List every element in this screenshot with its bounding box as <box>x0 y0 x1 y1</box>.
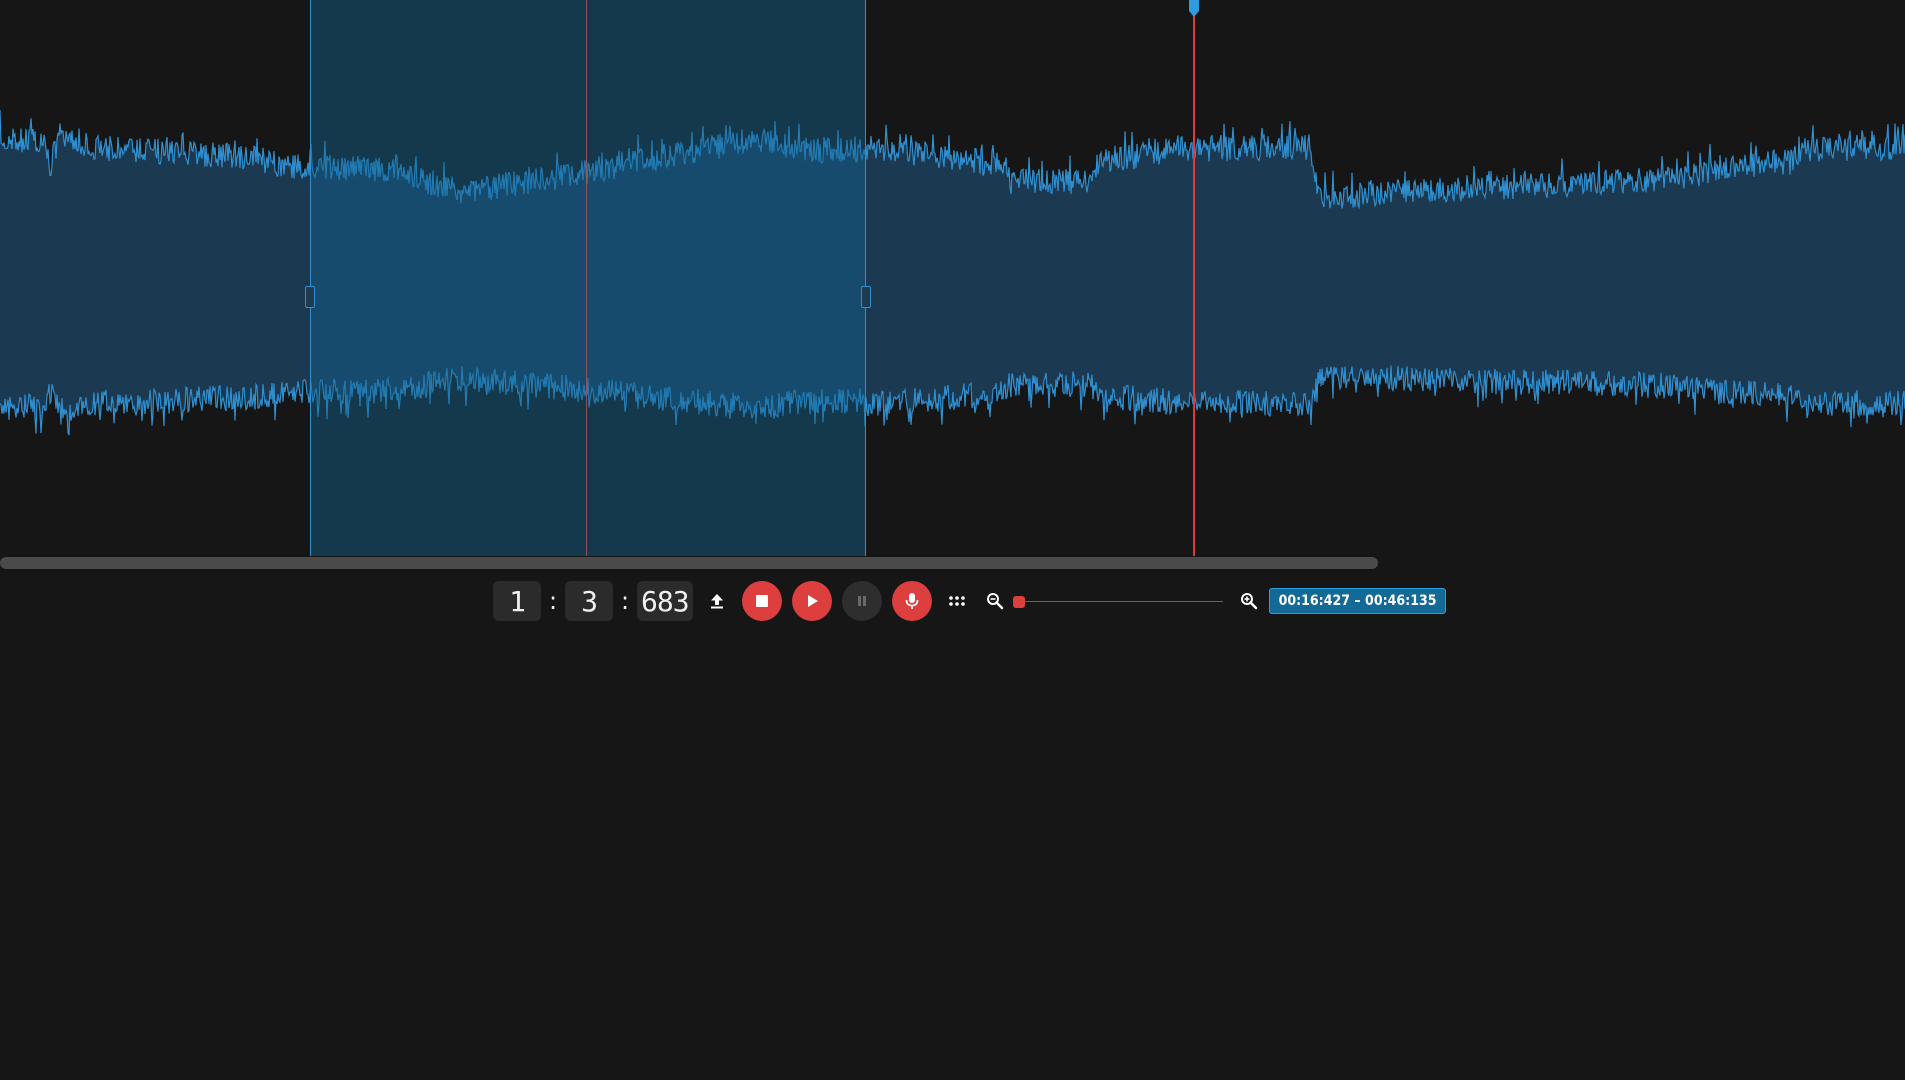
zoom-out-icon <box>986 593 1003 610</box>
play-button[interactable] <box>791 581 832 621</box>
zoom-slider[interactable] <box>1012 581 1223 621</box>
zoom-slider-track <box>1016 601 1223 602</box>
region-marker-line <box>586 0 587 556</box>
zoom-in-icon <box>1240 593 1257 610</box>
stop-button[interactable] <box>741 581 782 621</box>
region-end-handle[interactable] <box>861 286 871 308</box>
play-icon <box>807 595 818 607</box>
transport-toolbar: 1 : 3 : 683 00:16:427 – 00:46:135 <box>493 580 1447 622</box>
pause-button[interactable] <box>841 581 882 621</box>
region-start-handle[interactable] <box>305 286 315 308</box>
upload-button[interactable] <box>697 581 737 621</box>
pause-icon <box>857 596 866 606</box>
playhead-marker-icon[interactable] <box>1188 0 1200 18</box>
scrollbar-thumb[interactable] <box>0 557 1378 569</box>
time-seconds: 3 <box>565 581 613 621</box>
zoom-in-button[interactable] <box>1231 581 1267 621</box>
more-options-button[interactable] <box>937 581 977 621</box>
time-minutes: 1 <box>493 581 541 621</box>
stop-icon <box>755 595 768 607</box>
audio-editor: 1 : 3 : 683 00:16:427 – 00:46:135 <box>0 0 1905 1080</box>
dots-grid-icon <box>948 596 965 606</box>
zoom-slider-thumb[interactable] <box>1012 596 1025 608</box>
microphone-icon <box>905 593 918 609</box>
time-milliseconds: 683 <box>637 581 693 621</box>
horizontal-scrollbar[interactable] <box>0 556 1905 570</box>
zoom-out-button[interactable] <box>977 581 1013 621</box>
selection-region[interactable] <box>305 0 871 556</box>
waveform-canvas[interactable] <box>0 0 1905 556</box>
selection-range-badge: 00:16:427 – 00:46:135 <box>1268 588 1447 614</box>
upload-icon <box>710 594 723 609</box>
record-button[interactable] <box>891 581 932 621</box>
playhead-line[interactable] <box>1193 0 1195 556</box>
time-separator: : <box>548 587 558 615</box>
waveform-graph <box>0 109 1905 436</box>
time-separator: : <box>620 587 630 615</box>
